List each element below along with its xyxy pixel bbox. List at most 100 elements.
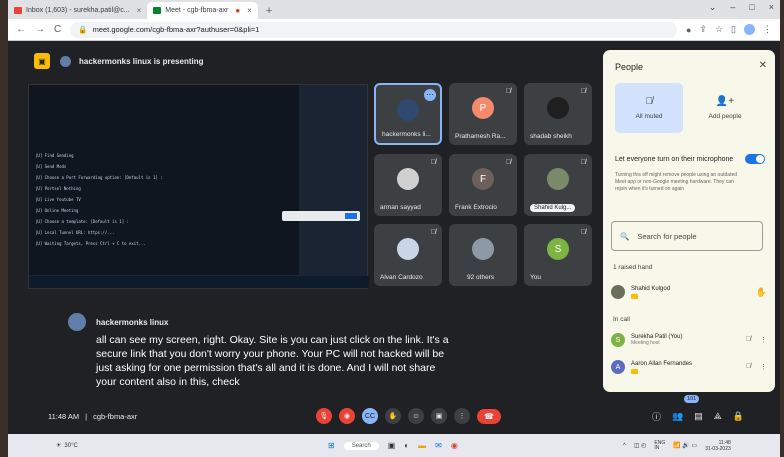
camera-toggle-button[interactable]: ◉ — [339, 408, 355, 424]
list-item[interactable]: A Aaron Allan Fernandes 🎙̸ ⋮ — [611, 360, 767, 374]
new-tab-button[interactable]: + — [258, 5, 280, 19]
tile-shahid[interactable]: 🎙̸ Shahid Kulg... — [524, 154, 592, 216]
chat-icon[interactable]: ▤ — [694, 411, 703, 422]
more-icon[interactable]: ⋮ — [760, 336, 767, 344]
share-icon[interactable]: ⇪ — [699, 24, 707, 35]
url-text: meet.google.com/cgb-fbma-axr?authuser=0&… — [92, 25, 260, 34]
mail-app-icon[interactable]: ✉ — [435, 441, 442, 450]
people-icon[interactable]: 👥 — [672, 411, 683, 422]
terminal-line: |U] Live Youtube TV — [35, 197, 81, 202]
mic-off-icon[interactable]: 🎙̸ — [746, 336, 751, 344]
terminal-line: |U] Find Sending — [35, 153, 74, 158]
minimize-button[interactable]: – — [730, 2, 735, 13]
activities-icon[interactable]: ⟁ — [714, 411, 722, 422]
tray-chevron-icon[interactable]: ^ — [623, 443, 626, 449]
tile-alvan[interactable]: 🎙̸ Alvan Cardozo — [374, 224, 442, 286]
back-icon[interactable]: ← — [16, 24, 26, 35]
meeting-time: 11:48 AM — [48, 411, 80, 421]
emoji-button[interactable]: ☺ — [408, 408, 424, 424]
raise-hand-button[interactable]: ✋ — [385, 408, 401, 424]
participant-count-badge: 101 — [684, 395, 700, 403]
tile-name: Alvan Cardozo — [380, 274, 423, 281]
present-icon: ▣ — [34, 53, 50, 69]
present-button[interactable]: ▣ — [431, 408, 447, 424]
list-item[interactable]: S Surekha Patil (You) Meeting host 🎙̸ ⋮ — [611, 333, 767, 347]
close-tab-icon[interactable]: × — [137, 6, 142, 15]
more-icon[interactable]: ⋮ — [760, 363, 767, 371]
participant-name: Aaron Allan Fernandes — [631, 360, 693, 367]
tile-hackermonks[interactable]: ⋯ hackermonks li... — [374, 83, 442, 145]
profile-avatar[interactable] — [744, 24, 755, 35]
monitor-bezel-right — [780, 0, 784, 457]
tile-shadab[interactable]: 🎙̸ shadab sheikh — [524, 83, 592, 145]
mic-toggle-button[interactable]: 🎙 — [316, 408, 332, 424]
close-icon[interactable]: ✕ — [759, 60, 767, 71]
lower-hand-icon[interactable]: ✋ — [756, 287, 767, 298]
tab-search-icon[interactable]: ⌄ — [709, 2, 717, 13]
maximize-button[interactable]: □ — [749, 2, 754, 13]
chat-app-icon[interactable]: ◐ — [404, 441, 409, 450]
tile-others[interactable]: 92 others — [449, 224, 517, 286]
task-view-icon[interactable]: ▣ — [388, 441, 396, 450]
browser-tab-strip: Inbox (1,603) - surekha.patil@c... × Mee… — [8, 0, 780, 19]
sidepanel-icon[interactable]: ▯ — [731, 24, 736, 35]
forward-icon[interactable]: → — [35, 24, 45, 35]
shared-dialog — [282, 211, 360, 221]
presenting-label: hackermonks linux is presenting — [60, 55, 203, 67]
mic-off-icon: 🎙̸ — [430, 159, 436, 166]
others-avatars — [472, 238, 494, 260]
tab-gmail[interactable]: Inbox (1,603) - surekha.patil@c... × — [8, 2, 147, 19]
reload-icon[interactable]: C — [54, 24, 61, 35]
list-item[interactable]: Shahid Kulgod ✋ — [611, 285, 767, 299]
system-tray: ^ ◫ ◴ ENG IN 📶 🔊 ▭ 11:48 31-03-2023 — [623, 440, 731, 452]
caption-speaker: hackermonks linux — [96, 317, 169, 327]
shared-taskbar — [29, 276, 369, 288]
close-window-button[interactable]: × — [769, 2, 774, 13]
tile-prathamesh[interactable]: P 🎙̸ Prathamesh Ra... — [449, 83, 517, 145]
bookmark-star-icon[interactable]: ☆ — [715, 24, 723, 35]
separator: | — [85, 411, 88, 421]
captions-button[interactable]: CC — [362, 408, 378, 424]
tray-icons[interactable]: ◫ ◴ — [634, 442, 647, 449]
mic-off-icon: 🎙̸ — [580, 88, 586, 95]
search-people-input[interactable]: 🔍 Search for people — [611, 221, 763, 251]
row-icons: 🎙̸ ⋮ — [746, 336, 767, 344]
wifi-volume-battery-icons[interactable]: 📶 🔊 ▭ — [673, 442, 697, 449]
lock-icon: 🔒 — [78, 25, 88, 34]
address-bar[interactable]: 🔒 meet.google.com/cgb-fbma-axr?authuser=… — [70, 21, 677, 38]
mic-off-icon[interactable]: 🎙̸ — [746, 363, 751, 371]
camera-indicator-icon[interactable]: ● — [686, 25, 691, 35]
search-icon: 🔍 — [620, 231, 630, 241]
meeting-info: 11:48 AM | cgb-fbma-axr — [48, 412, 137, 421]
window-controls: ⌄ – □ × — [709, 2, 774, 13]
raised-hand-name-pill: Shahid Kulg... — [530, 204, 576, 212]
taskbar-clock[interactable]: 11:48 31-03-2023 — [705, 440, 731, 452]
leave-call-button[interactable]: ☎ — [477, 408, 501, 424]
more-options-button[interactable]: ⋮ — [454, 408, 470, 424]
tile-arman[interactable]: 🎙̸ arman sayyad — [374, 154, 442, 216]
more-options-icon[interactable]: ⋯ — [424, 89, 436, 101]
windows-start-icon[interactable]: ⊞ — [328, 441, 335, 450]
mic-permission-description: Turning this off might remove people usi… — [615, 172, 738, 192]
tile-you[interactable]: S 🎙̸ You — [524, 224, 592, 286]
tile-name: arman sayyad — [380, 204, 421, 211]
mic-permission-toggle[interactable] — [745, 154, 765, 164]
tile-frank[interactable]: F 🎙̸ Frank Extrocio — [449, 154, 517, 216]
weather-widget[interactable]: ☀ 30°C — [56, 442, 78, 450]
add-person-icon: 👤+ — [715, 96, 735, 107]
add-people-button[interactable]: 👤+ Add people — [691, 83, 759, 133]
mute-all-button[interactable]: 🎙̸ All muted — [615, 83, 683, 133]
info-icon[interactable]: ⓘ — [652, 410, 661, 423]
avatar: F — [472, 168, 494, 190]
taskbar-search[interactable]: Search — [343, 441, 379, 450]
windows-taskbar: ☀ 30°C ⊞ Search ▣ ◐ ▬ ✉ ◉ ^ ◫ ◴ ENG IN 📶… — [8, 434, 780, 457]
host-controls-icon[interactable]: 🔒 — [733, 411, 744, 422]
tab-meet[interactable]: Meet - cgb-fbma-axr ● × — [147, 2, 258, 19]
language-indicator[interactable]: ENG IN — [654, 440, 665, 451]
browser-toolbar: ← → C 🔒 meet.google.com/cgb-fbma-axr?aut… — [8, 19, 780, 41]
close-tab-icon[interactable]: × — [247, 6, 252, 15]
chrome-icon[interactable]: ◉ — [451, 441, 458, 450]
menu-kebab-icon[interactable]: ⋮ — [763, 24, 772, 35]
file-explorer-icon[interactable]: ▬ — [418, 441, 426, 450]
caption-text: all can see my screen, right. Okay. Site… — [96, 334, 449, 388]
